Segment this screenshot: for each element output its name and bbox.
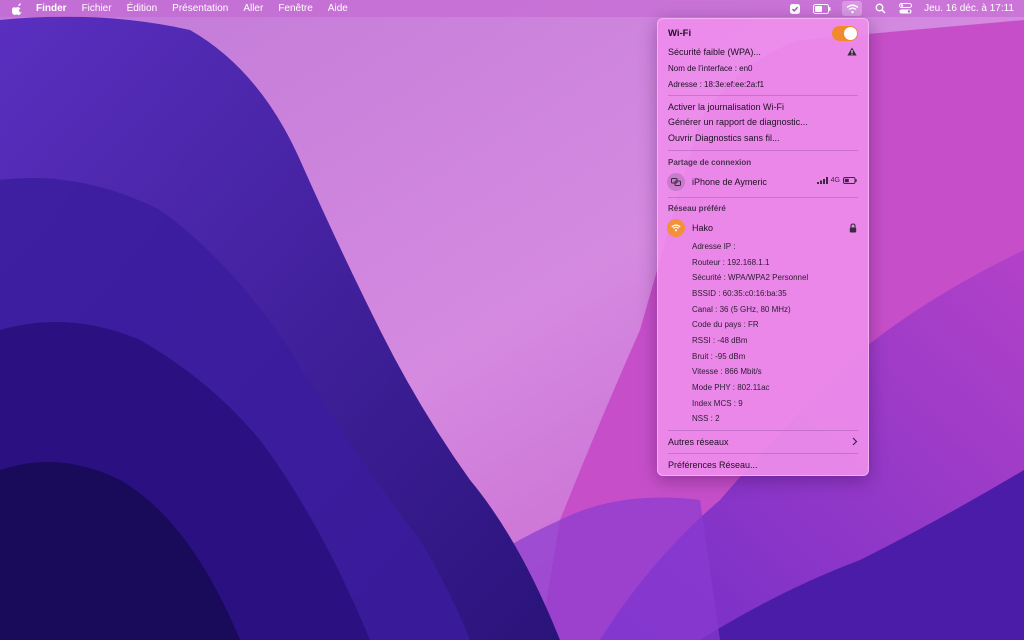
desktop-wallpaper	[0, 0, 1024, 640]
detail-nss: NSS : 2	[692, 414, 720, 423]
network-name[interactable]: Hako	[692, 223, 713, 233]
enable-wifi-logging[interactable]: Activer la journalisation Wi-Fi	[668, 102, 784, 112]
wifi-toggle[interactable]	[832, 26, 858, 41]
open-wireless-diagnostics[interactable]: Ouvrir Diagnostics sans fil...	[668, 133, 780, 143]
other-networks[interactable]: Autres réseaux	[668, 437, 729, 447]
hotspot-header: Partage de connexion	[668, 158, 752, 167]
hotspot-link-icon	[667, 173, 685, 191]
warning-icon	[847, 47, 857, 56]
menu-finder[interactable]: Finder	[36, 3, 67, 14]
menu-presentation[interactable]: Présentation	[172, 3, 228, 14]
wifi-toggle-knob	[844, 27, 857, 40]
separator	[668, 95, 858, 96]
hotspot-network-type: 4G	[830, 177, 840, 184]
menu-edition[interactable]: Édition	[127, 3, 158, 14]
mac-address: Adresse : 18:3e:ef:ee:2a:f1	[668, 80, 765, 89]
hotspot-name[interactable]: iPhone de Aymeric	[692, 177, 767, 187]
separator	[668, 430, 858, 431]
chevron-right-icon[interactable]	[851, 437, 858, 446]
menu-bar: Finder Fichier Édition Présentation Alle…	[0, 0, 1024, 17]
generate-diagnostic-report[interactable]: Générer un rapport de diagnostic...	[668, 117, 808, 127]
shield-check-icon[interactable]	[788, 3, 802, 15]
separator	[668, 453, 858, 454]
detail-bssid: BSSID : 60:35:c0:16:ba:35	[692, 289, 787, 298]
detail-security: Sécurité : WPA/WPA2 Personnel	[692, 273, 809, 282]
wifi-menu: Wi-Fi Sécurité faible (WPA)... Nom de l’…	[657, 18, 869, 476]
wifi-network-icon	[667, 219, 685, 237]
menu-fenetre[interactable]: Fenêtre	[278, 3, 312, 14]
detail-channel: Canal : 36 (5 GHz, 80 MHz)	[692, 305, 791, 314]
detail-noise: Bruit : -95 dBm	[692, 352, 746, 361]
detail-ip-address: Adresse IP :	[692, 242, 736, 251]
wifi-icon[interactable]	[842, 1, 863, 16]
apple-logo-icon[interactable]	[12, 2, 24, 15]
search-icon[interactable]	[873, 3, 887, 15]
hotspot-status: 4G	[814, 177, 857, 184]
menu-fichier[interactable]: Fichier	[82, 3, 112, 14]
battery-icon[interactable]	[813, 3, 831, 15]
detail-rssi: RSSI : -48 dBm	[692, 336, 748, 345]
detail-mcs-index: Index MCS : 9	[692, 399, 743, 408]
network-preferences[interactable]: Préférences Réseau...	[668, 460, 758, 470]
cellular-signal-icon	[816, 177, 828, 184]
detail-country-code: Code du pays : FR	[692, 320, 759, 329]
detail-speed: Vitesse : 866 Mbit/s	[692, 367, 762, 376]
security-warning[interactable]: Sécurité faible (WPA)...	[668, 47, 761, 57]
menu-aide[interactable]: Aide	[328, 3, 348, 14]
interface-name: Nom de l’interface : en0	[668, 64, 753, 73]
wifi-menu-title: Wi-Fi	[668, 28, 692, 39]
hotspot-battery-icon	[843, 177, 857, 184]
lock-icon	[849, 223, 857, 233]
detail-router: Routeur : 192.168.1.1	[692, 258, 770, 267]
preferred-network-header: Réseau préféré	[668, 204, 726, 213]
menubar-clock[interactable]: Jeu. 16 déc. à 17:11	[924, 3, 1014, 14]
separator	[668, 197, 858, 198]
separator	[668, 150, 858, 151]
menu-aller[interactable]: Aller	[243, 3, 263, 14]
control-center-icon[interactable]	[898, 3, 912, 15]
detail-phy-mode: Mode PHY : 802.11ac	[692, 383, 770, 392]
